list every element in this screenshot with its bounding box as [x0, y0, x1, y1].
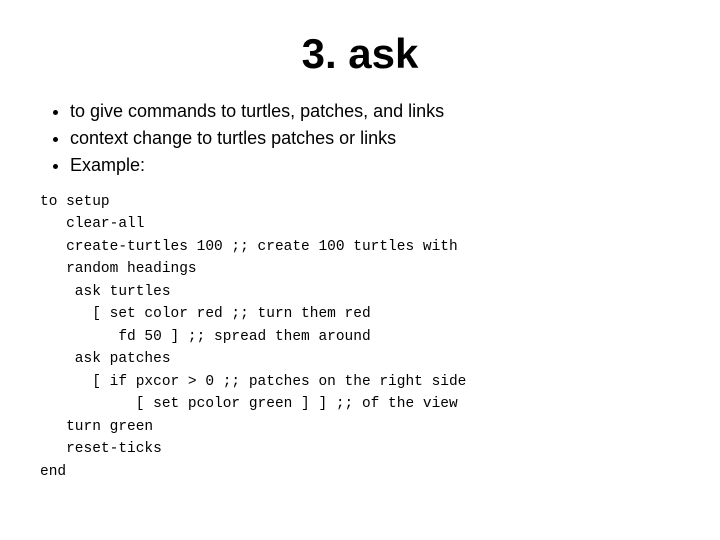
bullet-list: to give commands to turtles, patches, an…	[40, 98, 680, 179]
bullet-item-1: to give commands to turtles, patches, an…	[70, 98, 680, 125]
code-block: to setup clear-all create-turtles 100 ;;…	[40, 191, 680, 483]
page-title: 3. ask	[40, 30, 680, 78]
page: 3. ask to give commands to turtles, patc…	[0, 0, 720, 540]
bullet-item-2: context change to turtles patches or lin…	[70, 125, 680, 152]
bullet-item-3: Example:	[70, 152, 680, 179]
